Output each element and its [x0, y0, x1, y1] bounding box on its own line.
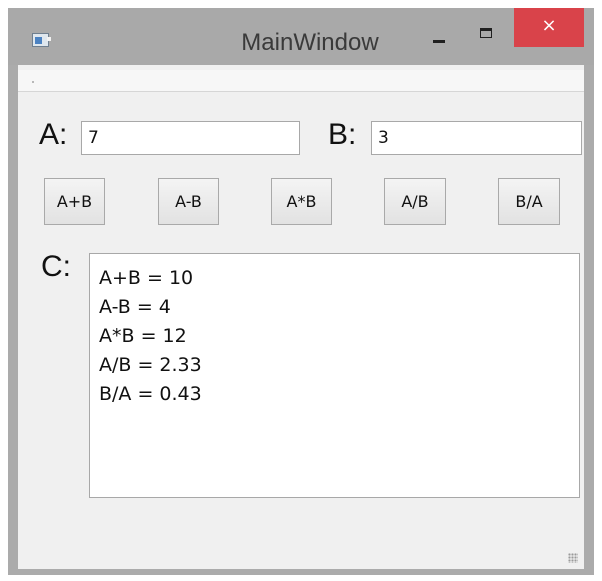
- title-bar[interactable]: MainWindow ×: [8, 8, 594, 65]
- main-window: MainWindow × A: 7 B: 3 A+B A-B A*B A/B B…: [8, 8, 594, 575]
- input-b[interactable]: 3: [371, 121, 582, 155]
- divide-a-by-b-button[interactable]: A/B: [384, 178, 446, 225]
- output-line: A-B = 4: [99, 296, 171, 318]
- subtract-button[interactable]: A-B: [158, 178, 219, 225]
- label-b: B:: [328, 118, 357, 151]
- output-line: B/A = 0.43: [99, 383, 202, 405]
- minimize-button[interactable]: [425, 20, 453, 48]
- close-icon: ×: [541, 15, 557, 36]
- divide-b-by-a-button[interactable]: B/A: [498, 178, 560, 225]
- maximize-button[interactable]: [472, 20, 500, 48]
- output-line: A/B = 2.33: [99, 354, 202, 376]
- input-a[interactable]: 7: [81, 121, 300, 155]
- label-a: A:: [39, 118, 68, 151]
- multiply-button[interactable]: A*B: [271, 178, 332, 225]
- window-title: MainWindow: [241, 29, 379, 56]
- output-textbox[interactable]: A+B = 10 A-B = 4 A*B = 12 A/B = 2.33 B/A…: [89, 253, 580, 498]
- output-line: A*B = 12: [99, 325, 187, 347]
- resize-grip-icon[interactable]: [568, 553, 578, 563]
- output-line: A+B = 10: [99, 267, 194, 289]
- close-button[interactable]: ×: [514, 8, 584, 47]
- menu-bar[interactable]: [18, 70, 584, 92]
- add-button[interactable]: A+B: [44, 178, 105, 225]
- label-c: C:: [41, 250, 71, 283]
- client-area: A: 7 B: 3 A+B A-B A*B A/B B/A C: A+B = 1…: [18, 65, 584, 569]
